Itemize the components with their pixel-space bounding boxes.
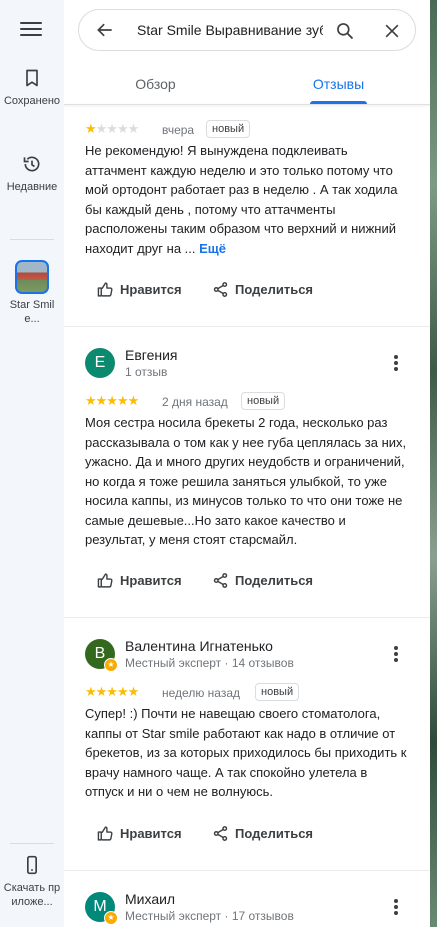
reviewer-meta: 1 отзыв — [125, 365, 168, 379]
reviewer-name[interactable]: Евгения — [125, 347, 178, 363]
bookmark-icon — [26, 69, 38, 87]
place-thumbnail — [15, 260, 49, 294]
avatar-initial: М — [93, 898, 107, 915]
rail-divider-bottom — [10, 843, 54, 844]
review-text: Не рекомендую! Я вынуждена подклеивать а… — [85, 141, 407, 258]
review-date: неделю назад — [162, 686, 240, 700]
phone-icon — [27, 855, 37, 875]
thumbs-up-icon — [97, 282, 113, 297]
share-label: Поделиться — [235, 826, 314, 841]
like-label: Нравится — [120, 282, 182, 297]
rail-recent-label: Недавние — [6, 181, 58, 193]
share-icon — [213, 282, 228, 297]
history-icon — [23, 156, 40, 172]
share-label: Поделиться — [235, 573, 314, 588]
rail-saved[interactable]: Сохранено — [0, 68, 64, 108]
new-badge: новый — [206, 120, 251, 138]
local-guide-badge-icon: ★ — [104, 658, 118, 672]
review-date: вчера — [162, 123, 195, 137]
tab-overview[interactable]: Обзор — [64, 60, 247, 104]
local-guide-badge-icon: ★ — [104, 911, 118, 925]
tab-reviews[interactable]: Отзывы — [247, 60, 430, 104]
avatar[interactable]: М ★ — [85, 892, 118, 925]
reviewer-meta: Местный эксперт · 14 отзывов — [125, 656, 294, 670]
new-badge: новый — [255, 683, 300, 701]
search-icon[interactable] — [335, 21, 355, 41]
avatar[interactable]: Е — [85, 348, 115, 378]
more-options-icon[interactable] — [388, 355, 404, 373]
reviews-panel: Обзор Отзывы ★★★★★ вчера новый Не рекоме… — [64, 0, 430, 927]
like-label: Нравится — [120, 573, 182, 588]
back-arrow-icon[interactable] — [95, 20, 115, 40]
reviewer-name[interactable]: Валентина Игнатенько — [125, 638, 273, 654]
side-rail: Сохранено Недавние Star Smile... Скачать… — [0, 0, 64, 927]
share-label: Поделиться — [235, 282, 314, 297]
menu-icon[interactable] — [20, 19, 42, 39]
review-card: В ★ Валентина Игнатенько Местный эксперт… — [64, 618, 430, 898]
tabs: Обзор Отзывы — [64, 60, 430, 104]
review-text: Супер! :) Почти не навещаю своего стомат… — [85, 706, 407, 799]
new-badge: новый — [241, 392, 286, 410]
rail-download-label: Скачать приложе... — [3, 882, 61, 908]
thumbs-up-icon — [97, 826, 113, 841]
review-card: ★★★★★ вчера новый Не рекомендую! Я вынуж… — [64, 105, 430, 326]
thumbs-up-icon — [97, 573, 113, 588]
rail-place-label: Star Smile... — [9, 299, 55, 325]
more-options-icon[interactable] — [388, 899, 404, 917]
rating-stars: ★★★★★ — [85, 393, 139, 408]
rail-download[interactable]: Скачать приложе... — [0, 855, 64, 909]
search-box — [78, 9, 416, 51]
reviewer-meta: Местный эксперт · 17 отзывов — [125, 909, 294, 923]
share-icon — [213, 826, 228, 841]
reviewer-name[interactable]: Михаил — [125, 891, 175, 907]
rating-stars: ★★★★★ — [85, 684, 139, 699]
share-icon — [213, 573, 228, 588]
like-label: Нравится — [120, 826, 182, 841]
rail-saved-label: Сохранено — [3, 95, 61, 107]
reviews-list[interactable]: ★★★★★ вчера новый Не рекомендую! Я вынуж… — [64, 105, 430, 927]
map-view-edge[interactable] — [430, 0, 437, 927]
review-card: Е Евгения 1 отзыв ★★★★★ 2 дня назад новы… — [64, 327, 430, 617]
review-card: М ★ Михаил Местный эксперт · 17 отзывов — [64, 871, 430, 927]
review-text: Моя сестра носила брекеты 2 года, нескол… — [85, 415, 407, 547]
close-icon[interactable] — [382, 21, 402, 41]
rail-recent[interactable]: Недавние — [0, 154, 64, 194]
rail-place[interactable]: Star Smile... — [0, 260, 64, 326]
rating-stars: ★★★★★ — [85, 121, 139, 136]
rail-divider — [10, 239, 54, 240]
avatar[interactable]: В ★ — [85, 639, 118, 672]
search-input[interactable] — [137, 18, 323, 42]
avatar-initial: В — [94, 645, 106, 662]
review-date: 2 дня назад — [162, 395, 228, 409]
more-options-icon[interactable] — [388, 646, 404, 664]
read-more-link[interactable]: Ещё — [199, 241, 226, 256]
review-text-body: Не рекомендую! Я вынуждена подклеивать а… — [85, 143, 398, 256]
